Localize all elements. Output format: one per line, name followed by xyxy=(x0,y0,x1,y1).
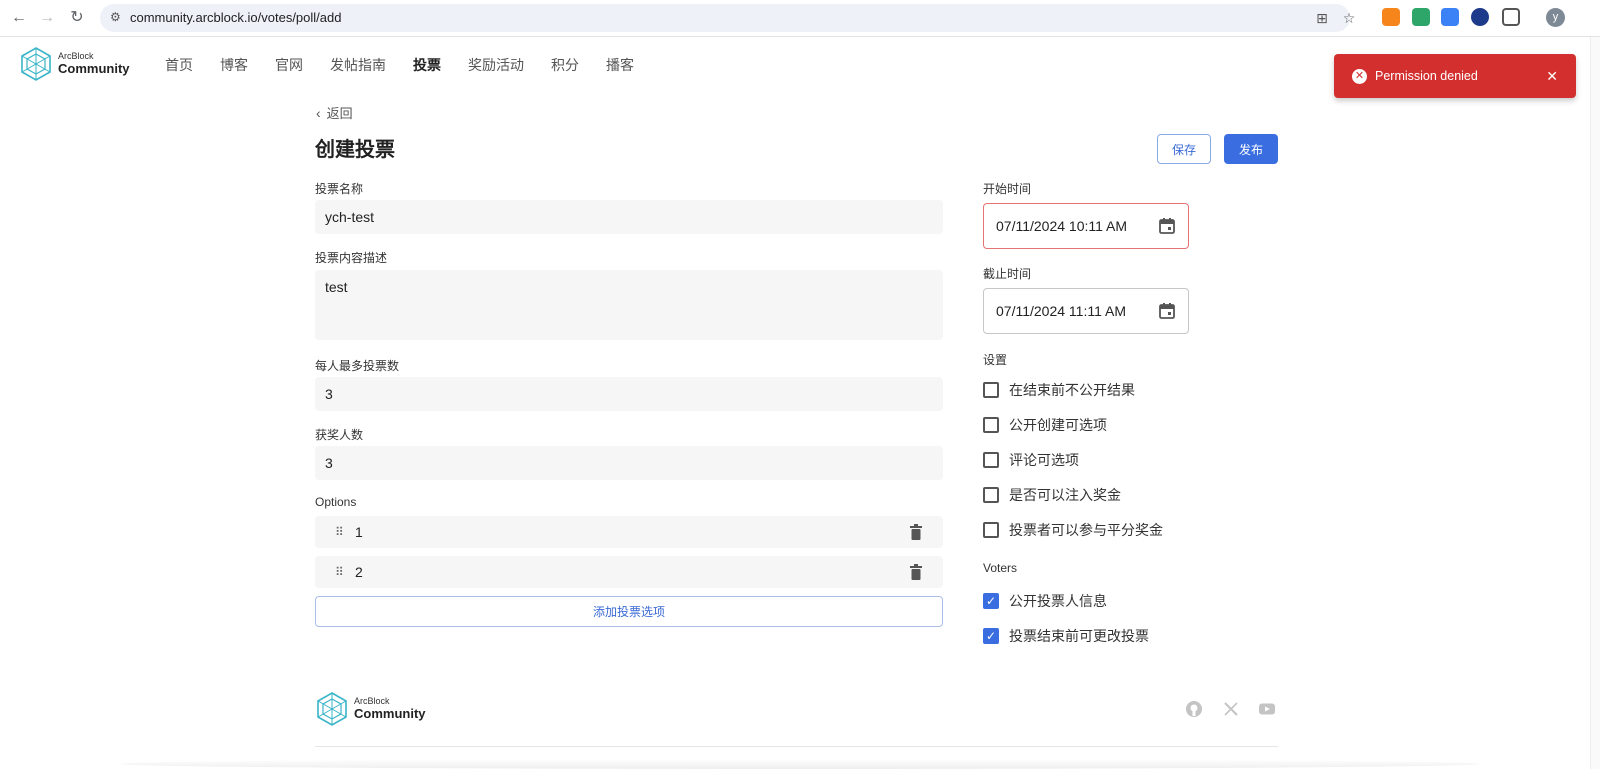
nav-item-home[interactable]: 首页 xyxy=(165,55,193,75)
end-time-label: 截止时间 xyxy=(983,267,1032,281)
option-input[interactable]: 2 xyxy=(355,564,909,580)
forward-arrow-icon[interactable]: → xyxy=(36,7,58,29)
nav-item-podcast[interactable]: 播客 xyxy=(606,55,634,75)
nav-item-posting-guide[interactable]: 发帖指南 xyxy=(330,55,386,75)
chevron-left-icon: ‹ xyxy=(316,104,321,121)
footer-shadow xyxy=(120,759,1480,769)
x-icon[interactable] xyxy=(1222,700,1240,718)
page-title: 创建投票 xyxy=(315,139,395,161)
footer-divider xyxy=(315,746,1278,747)
nav-item-website[interactable]: 官网 xyxy=(275,55,303,75)
end-time-picker[interactable]: 07/11/2024 11:11 AM xyxy=(983,288,1189,334)
extensions-puzzle-icon[interactable] xyxy=(1502,8,1520,26)
back-link[interactable]: ‹ 返回 xyxy=(316,103,353,122)
page-scrollbar[interactable] xyxy=(1590,37,1600,769)
poll-description-textarea[interactable]: test xyxy=(315,270,943,340)
checkbox-label: 投票者可以参与平分奖金 xyxy=(1009,522,1163,538)
end-time-value[interactable]: 07/11/2024 11:11 AM xyxy=(996,303,1158,319)
checkbox[interactable] xyxy=(983,452,999,468)
back-arrow-icon[interactable]: ← xyxy=(8,7,30,29)
checkbox-label: 投票结束前可更改投票 xyxy=(1009,628,1149,644)
setting-inject-bonus[interactable]: 是否可以注入奖金 xyxy=(983,485,1121,505)
url-text: community.arcblock.io/votes/poll/add xyxy=(130,10,342,25)
poll-description-label: 投票内容描述 xyxy=(315,251,388,265)
screenshot-extension-icon[interactable] xyxy=(1441,8,1459,26)
max-votes-label: 每人最多投票数 xyxy=(315,359,400,373)
drag-handle-icon[interactable]: ⠿ xyxy=(335,565,345,579)
check-extension-icon[interactable] xyxy=(1471,8,1489,26)
translate-icon[interactable]: ⊞ xyxy=(1313,9,1331,27)
main-nav: 首页 博客 官网 发帖指南 投票 奖励活动 积分 播客 xyxy=(165,55,661,75)
address-bar[interactable]: ⚙ community.arcblock.io/votes/poll/add ⊞… xyxy=(100,4,1355,32)
arcblock-logo-icon xyxy=(21,47,51,81)
winners-count-input[interactable]: 3 xyxy=(315,446,943,480)
calendar-icon[interactable] xyxy=(1158,302,1176,320)
poll-name-input[interactable]: ych-test xyxy=(315,200,943,234)
voters-label: Voters xyxy=(983,561,1018,575)
option-row[interactable]: ⠿ 1 xyxy=(315,516,943,548)
option-row[interactable]: ⠿ 2 xyxy=(315,556,943,588)
start-time-label: 开始时间 xyxy=(983,182,1032,196)
browser-toolbar: ← → ↻ ⚙ community.arcblock.io/votes/poll… xyxy=(0,0,1600,37)
toast-message: Permission denied xyxy=(1375,69,1478,83)
metamask-extension-icon[interactable] xyxy=(1382,8,1400,26)
checkbox-label: 在结束前不公开结果 xyxy=(1009,382,1135,398)
error-toast: ✕ Permission denied ✕ xyxy=(1334,54,1576,98)
setting-hide-results[interactable]: 在结束前不公开结果 xyxy=(983,380,1135,400)
reload-icon[interactable]: ↻ xyxy=(66,7,88,29)
checkbox[interactable] xyxy=(983,417,999,433)
add-option-button[interactable]: 添加投票选项 xyxy=(315,596,943,627)
checkbox[interactable] xyxy=(983,487,999,503)
nav-item-rewards[interactable]: 奖励活动 xyxy=(468,55,524,75)
checkbox[interactable] xyxy=(983,382,999,398)
start-time-picker[interactable]: 07/11/2024 10:11 AM xyxy=(983,203,1189,249)
poll-name-label: 投票名称 xyxy=(315,182,364,196)
nav-item-votes[interactable]: 投票 xyxy=(413,55,441,75)
toast-close-icon[interactable]: ✕ xyxy=(1546,68,1558,85)
max-votes-input[interactable]: 3 xyxy=(315,377,943,411)
checkbox-checked[interactable]: ✓ xyxy=(983,593,999,609)
error-x-icon: ✕ xyxy=(1352,68,1367,84)
winners-count-label: 获奖人数 xyxy=(315,428,364,442)
site-logo[interactable]: ArcBlock Community xyxy=(20,46,130,82)
profile-avatar[interactable]: y xyxy=(1546,8,1565,27)
settings-label: 设置 xyxy=(983,353,1008,367)
checkbox-label: 公开投票人信息 xyxy=(1009,593,1107,609)
site-info-icon[interactable]: ⚙ xyxy=(110,10,124,24)
publish-button[interactable]: 发布 xyxy=(1224,134,1278,164)
nav-item-points[interactable]: 积分 xyxy=(551,55,579,75)
youtube-icon[interactable] xyxy=(1258,700,1276,718)
delete-trash-icon[interactable] xyxy=(909,524,923,540)
option-input[interactable]: 1 xyxy=(355,524,909,540)
setting-share-bonus[interactable]: 投票者可以参与平分奖金 xyxy=(983,520,1163,540)
calendar-icon[interactable] xyxy=(1158,217,1176,235)
save-button[interactable]: 保存 xyxy=(1157,134,1211,164)
delete-trash-icon[interactable] xyxy=(909,564,923,580)
start-time-value[interactable]: 07/11/2024 10:11 AM xyxy=(996,218,1158,234)
nav-item-blog[interactable]: 博客 xyxy=(220,55,248,75)
voter-change-vote[interactable]: ✓ 投票结束前可更改投票 xyxy=(983,626,1149,646)
voter-public-info[interactable]: ✓ 公开投票人信息 xyxy=(983,591,1107,611)
github-icon[interactable] xyxy=(1185,700,1203,718)
drag-handle-icon[interactable]: ⠿ xyxy=(335,525,345,539)
footer-logo[interactable]: ArcBlock Community xyxy=(316,690,426,728)
bookmark-star-icon[interactable]: ☆ xyxy=(1340,9,1358,27)
footer-logo-title: Community xyxy=(354,705,426,721)
setting-public-options[interactable]: 公开创建可选项 xyxy=(983,415,1107,435)
checkbox-checked[interactable]: ✓ xyxy=(983,628,999,644)
checkbox-label: 是否可以注入奖金 xyxy=(1009,487,1121,503)
back-label: 返回 xyxy=(326,106,353,121)
options-label: Options xyxy=(315,495,357,509)
checkbox[interactable] xyxy=(983,522,999,538)
setting-comment-options[interactable]: 评论可选项 xyxy=(983,450,1079,470)
wallet-extension-icon[interactable] xyxy=(1412,8,1430,26)
checkbox-label: 公开创建可选项 xyxy=(1009,417,1107,433)
checkbox-label: 评论可选项 xyxy=(1009,452,1079,468)
arcblock-logo-icon xyxy=(317,692,347,726)
logo-title: Community xyxy=(58,60,130,76)
